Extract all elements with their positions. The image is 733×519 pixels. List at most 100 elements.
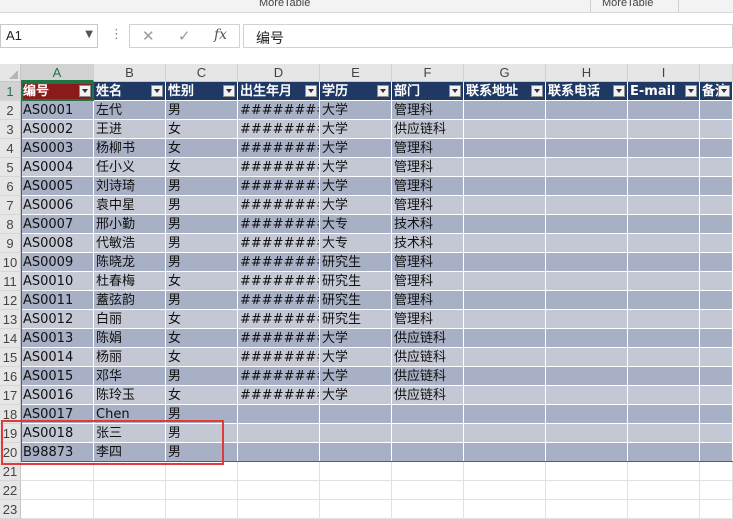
row-header[interactable]: 12	[0, 291, 21, 310]
filter-dropdown-icon[interactable]	[151, 85, 163, 97]
column-header-b[interactable]: B	[94, 64, 166, 82]
row-header[interactable]: 6	[0, 177, 21, 196]
worksheet-grid[interactable]: A B C D E F G H I 1 2 3 4 5 6 7 8 9 10 11 12 13 14 15 16 17 18 19 20…	[0, 64, 733, 519]
table-cell[interactable]: ########	[238, 348, 320, 367]
row-header[interactable]: 5	[0, 158, 21, 177]
empty-cell[interactable]	[320, 481, 392, 500]
table-cell[interactable]: 男	[166, 253, 238, 272]
table-cell[interactable]: ########	[238, 291, 320, 310]
table-cell[interactable]: 陈玲玉	[94, 386, 166, 405]
row-header[interactable]: 10	[0, 253, 21, 272]
column-header-g[interactable]: G	[464, 64, 546, 82]
table-cell[interactable]	[464, 367, 546, 386]
table-cell[interactable]: 左代	[94, 101, 166, 120]
table-cell[interactable]	[546, 329, 628, 348]
row-header[interactable]: 8	[0, 215, 21, 234]
table-cell[interactable]	[700, 386, 733, 405]
row-header[interactable]: 18	[0, 405, 21, 424]
table-cell[interactable]	[700, 139, 733, 158]
column-header-f[interactable]: F	[392, 64, 464, 82]
table-cell[interactable]: AS0001	[21, 101, 94, 120]
row-header[interactable]: 14	[0, 329, 21, 348]
table-cell[interactable]: 供应链科	[392, 329, 464, 348]
table-header-cell[interactable]: 部门	[392, 82, 464, 101]
table-cell[interactable]	[700, 291, 733, 310]
empty-cell[interactable]	[238, 462, 320, 481]
table-cell[interactable]	[628, 443, 700, 462]
table-cell[interactable]: 任小义	[94, 158, 166, 177]
filter-dropdown-icon[interactable]	[685, 85, 697, 97]
table-cell[interactable]: AS0017	[21, 405, 94, 424]
select-all-button[interactable]	[0, 64, 21, 82]
table-cell[interactable]: AS0009	[21, 253, 94, 272]
table-cell[interactable]	[320, 443, 392, 462]
empty-cell[interactable]	[628, 481, 700, 500]
table-cell[interactable]: ########	[238, 215, 320, 234]
row-header[interactable]: 11	[0, 272, 21, 291]
table-cell[interactable]	[546, 443, 628, 462]
table-cell[interactable]: 女	[166, 158, 238, 177]
table-cell[interactable]	[628, 101, 700, 120]
table-cell[interactable]: AS0006	[21, 196, 94, 215]
table-cell[interactable]	[464, 234, 546, 253]
table-cell[interactable]: AS0004	[21, 158, 94, 177]
table-cell[interactable]	[628, 234, 700, 253]
table-cell[interactable]: 研究生	[320, 253, 392, 272]
table-cell[interactable]: 技术科	[392, 234, 464, 253]
table-cell[interactable]	[464, 443, 546, 462]
row-header[interactable]: 15	[0, 348, 21, 367]
table-cell[interactable]: 袁中星	[94, 196, 166, 215]
row-header[interactable]: 17	[0, 386, 21, 405]
empty-cell[interactable]	[546, 462, 628, 481]
table-cell[interactable]: 蓋弦韵	[94, 291, 166, 310]
table-cell[interactable]	[546, 310, 628, 329]
table-cell[interactable]	[464, 215, 546, 234]
table-cell[interactable]: 大学	[320, 386, 392, 405]
column-header-a[interactable]: A	[21, 64, 94, 82]
formula-input[interactable]: 编号	[243, 24, 733, 48]
empty-cell[interactable]	[700, 481, 733, 500]
table-cell[interactable]	[320, 424, 392, 443]
table-cell[interactable]	[546, 367, 628, 386]
table-header-cell[interactable]: 学历	[320, 82, 392, 101]
table-cell[interactable]	[320, 405, 392, 424]
table-cell[interactable]: AS0014	[21, 348, 94, 367]
table-cell[interactable]	[546, 120, 628, 139]
table-cell[interactable]	[700, 424, 733, 443]
table-header-cell[interactable]: 联系电话	[546, 82, 628, 101]
table-cell[interactable]	[546, 139, 628, 158]
table-cell[interactable]: AS0016	[21, 386, 94, 405]
table-cell[interactable]: 大学	[320, 158, 392, 177]
cancel-icon[interactable]: ✕	[142, 27, 155, 45]
table-cell[interactable]: AS0005	[21, 177, 94, 196]
table-cell[interactable]	[628, 158, 700, 177]
empty-cell[interactable]	[392, 462, 464, 481]
table-cell[interactable]: 陈晓龙	[94, 253, 166, 272]
table-cell[interactable]	[700, 101, 733, 120]
table-cell[interactable]	[700, 310, 733, 329]
table-cell[interactable]	[238, 405, 320, 424]
table-cell[interactable]: ########	[238, 101, 320, 120]
table-cell[interactable]	[628, 367, 700, 386]
table-cell[interactable]	[628, 291, 700, 310]
row-header[interactable]: 21	[0, 462, 21, 481]
table-cell[interactable]: 李四	[94, 443, 166, 462]
table-cell[interactable]: 张三	[94, 424, 166, 443]
table-cell[interactable]: 供应链科	[392, 386, 464, 405]
table-cell[interactable]	[464, 158, 546, 177]
table-cell[interactable]: ########	[238, 158, 320, 177]
empty-cell[interactable]	[546, 481, 628, 500]
table-cell[interactable]: 代敏浩	[94, 234, 166, 253]
table-cell[interactable]: ########	[238, 253, 320, 272]
table-cell[interactable]: Chen	[94, 405, 166, 424]
table-cell[interactable]: 邓华	[94, 367, 166, 386]
row-header[interactable]: 7	[0, 196, 21, 215]
column-header-d[interactable]: D	[238, 64, 320, 82]
table-cell[interactable]	[628, 120, 700, 139]
table-cell[interactable]	[392, 405, 464, 424]
table-cell[interactable]: 男	[166, 424, 238, 443]
table-cell[interactable]	[700, 405, 733, 424]
column-header-i[interactable]: I	[628, 64, 700, 82]
filter-dropdown-icon[interactable]	[531, 85, 543, 97]
empty-cell[interactable]	[94, 481, 166, 500]
